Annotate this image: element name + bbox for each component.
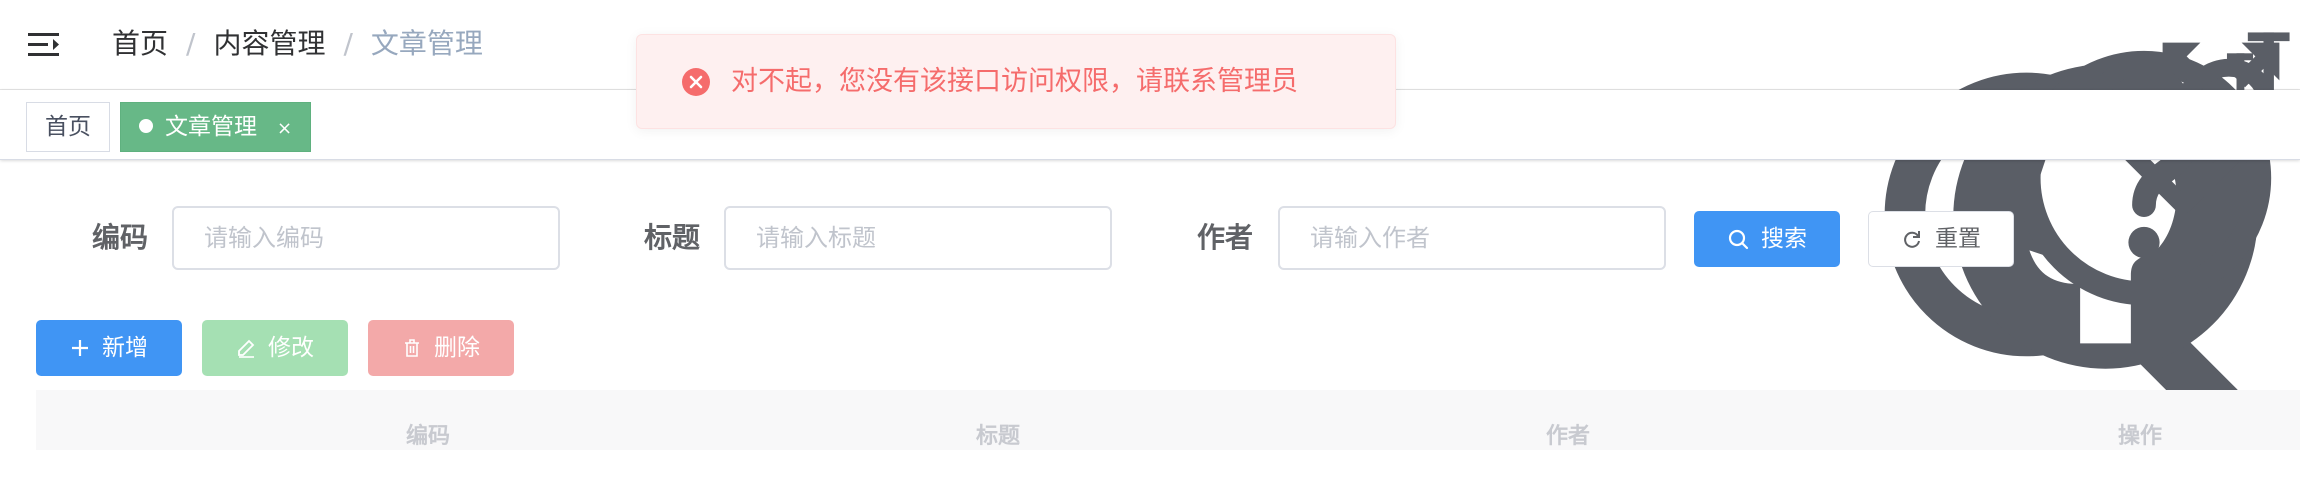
delete-button[interactable]: 删除 (368, 320, 514, 376)
tag-label: 首页 (45, 114, 91, 140)
error-circle-icon (682, 68, 710, 96)
breadcrumb-separator: / (343, 27, 353, 60)
edit-button-label: 修改 (268, 335, 314, 361)
hamburger-menu-icon[interactable] (28, 30, 62, 60)
alert-message: 对不起，您没有该接口访问权限，请联系管理员 (731, 66, 1298, 97)
tag-article-management[interactable]: 文章管理 × (120, 102, 312, 153)
code-input[interactable] (172, 206, 560, 270)
add-button[interactable]: 新增 (36, 320, 182, 376)
author-input[interactable] (1278, 206, 1666, 270)
author-label: 作者 (1197, 221, 1254, 254)
search-button-label: 搜索 (1761, 226, 1807, 252)
trash-icon (405, 339, 419, 357)
search-button[interactable]: 搜索 (1694, 211, 1840, 267)
error-message-alert: 对不起，您没有该接口访问权限，请联系管理员 (636, 34, 1396, 129)
active-dot-icon (139, 119, 153, 133)
breadcrumb-item-current: 文章管理 (370, 27, 483, 60)
refresh-icon (1904, 231, 1920, 248)
title-input[interactable] (724, 206, 1112, 270)
breadcrumb-item-content[interactable]: 内容管理 (213, 26, 325, 62)
reset-button-label: 重置 (1935, 226, 1981, 252)
column-header-title: 标题 (976, 424, 1021, 449)
reset-button[interactable]: 重置 (1868, 211, 2014, 267)
plus-icon (72, 340, 88, 356)
column-header-author: 作者 (1546, 424, 1591, 449)
column-header-actions: 操作 (2118, 424, 2163, 449)
code-label: 编码 (92, 221, 149, 254)
breadcrumb-separator: / (186, 27, 196, 60)
search-icon (1728, 229, 1749, 250)
add-button-label: 新增 (102, 335, 148, 361)
tag-label: 文章管理 (165, 114, 257, 140)
edit-button[interactable]: 修改 (202, 320, 348, 376)
breadcrumb: 首页 / 内容管理 / 文章管理 (112, 26, 483, 62)
edit-icon (238, 339, 255, 358)
close-icon[interactable]: × (277, 105, 292, 153)
title-label: 标题 (644, 221, 701, 254)
breadcrumb-item-home[interactable]: 首页 (112, 26, 168, 62)
table-header: 编码 标题 作者 操作 (36, 390, 2300, 450)
delete-button-label: 删除 (434, 335, 480, 361)
column-header-code: 编码 (406, 424, 451, 449)
tag-home[interactable]: 首页 (26, 102, 110, 152)
